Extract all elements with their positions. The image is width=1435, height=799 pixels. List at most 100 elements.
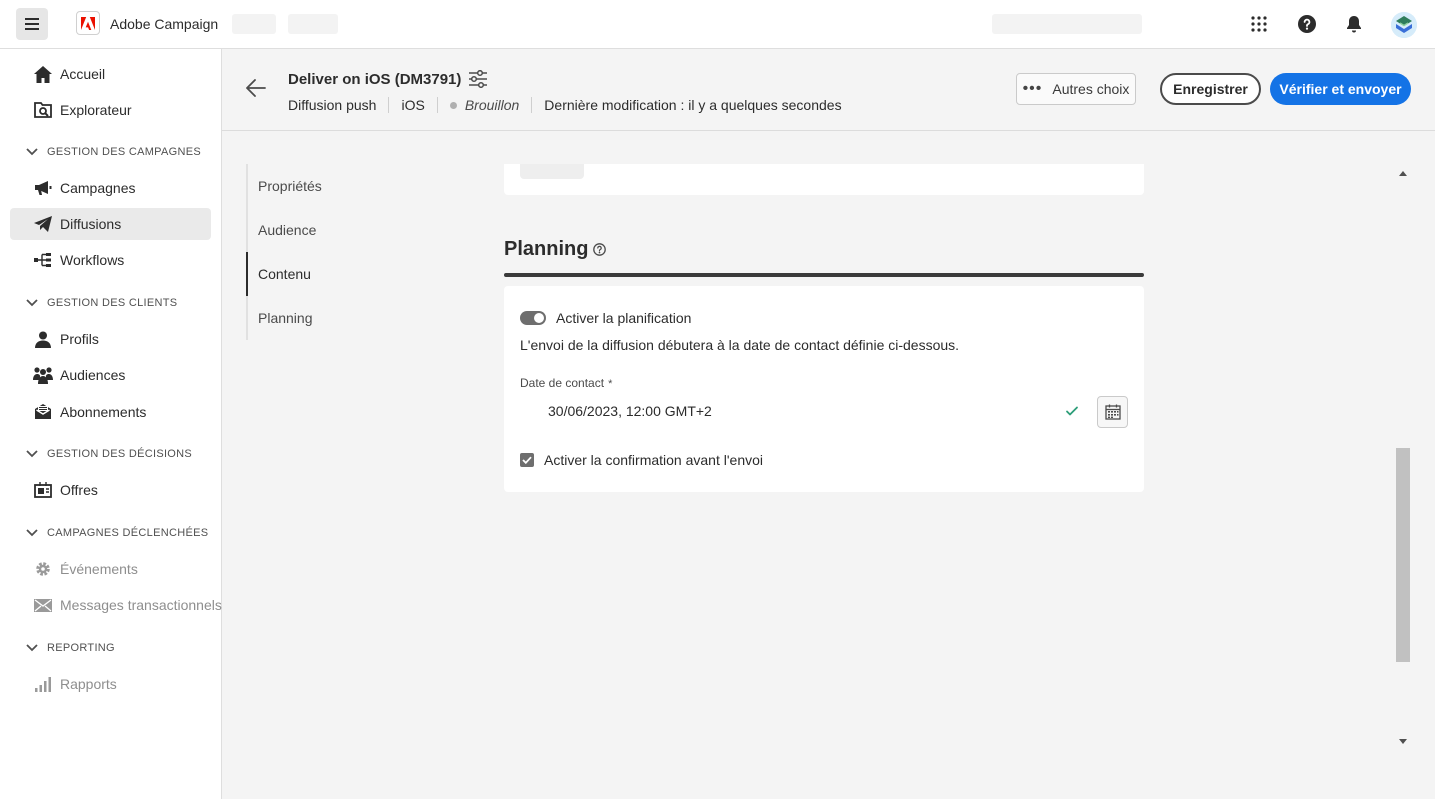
schedule-description: L'envoi de la diffusion débutera à la da… (520, 337, 960, 353)
sidebar-item-offres[interactable]: Offres (10, 474, 211, 506)
sidebar-item-evenements: Événements (10, 553, 211, 585)
section-gestion-campagnes[interactable]: GESTION DES CAMPAGNES (26, 142, 201, 162)
offer-icon (33, 480, 53, 500)
schedule-toggle-label: Activer la planification (556, 310, 692, 326)
sidebar-item-label: Offres (60, 482, 98, 498)
more-options-label: Autres choix (1052, 81, 1130, 97)
adobe-logo[interactable] (76, 11, 100, 35)
section-gestion-clients[interactable]: GESTION DES CLIENTS (26, 293, 177, 313)
divider (531, 97, 533, 113)
sidebar-item-label: Rapports (60, 676, 117, 692)
home-icon (33, 64, 53, 84)
avatar[interactable] (1391, 12, 1417, 38)
required-mark: * (608, 378, 613, 390)
sidebar-item-rapports: Rapports (10, 668, 211, 700)
divider (388, 97, 390, 113)
tab-contenu[interactable]: Contenu (258, 266, 311, 282)
mail-icon (33, 595, 53, 615)
avatar-icon (1391, 12, 1417, 38)
channel-label: Diffusion push (288, 97, 377, 113)
page-header: Deliver on iOS (DM3791) Diffusion push i… (222, 49, 1435, 131)
explorer-icon (33, 100, 53, 120)
platform-label: iOS (401, 97, 425, 113)
chevron-down-icon (26, 146, 38, 158)
section-label: GESTION DES DÉCISIONS (47, 448, 193, 460)
help-icon[interactable] (1295, 12, 1319, 36)
sidebar-item-diffusions[interactable]: Diffusions (10, 208, 211, 240)
calendar-icon (1104, 404, 1121, 420)
bar-chart-icon (33, 674, 53, 694)
bell-icon[interactable] (1342, 12, 1366, 36)
schedule-toggle[interactable] (520, 311, 546, 325)
sidebar-item-profils[interactable]: Profils (10, 323, 211, 355)
section-campagnes-declenchees[interactable]: CAMPAGNES DÉCLENCHÉES (26, 523, 208, 543)
sidebar-item-label: Audiences (60, 367, 126, 383)
contact-date-label: Date de contact * (520, 376, 612, 390)
sidebar-item-accueil[interactable]: Accueil (10, 58, 211, 90)
sidebar-item-label: Accueil (60, 66, 106, 82)
section-label: REPORTING (47, 642, 115, 654)
section-label: GESTION DES CAMPAGNES (47, 146, 202, 158)
scroll-up-arrow-icon[interactable] (1398, 168, 1408, 178)
hamburger-icon (25, 18, 39, 30)
chevron-down-icon (26, 527, 38, 539)
sidebar-item-label: Messages transactionnels (60, 597, 222, 613)
section-reporting[interactable]: REPORTING (26, 638, 115, 658)
confirm-checkbox-label: Activer la confirmation avant l'envoi (544, 452, 763, 468)
sidebar-item-label: Abonnements (60, 404, 147, 420)
save-button[interactable]: Enregistrer (1160, 73, 1261, 105)
sidebar-item-abonnements[interactable]: Abonnements (10, 396, 211, 428)
sidebar-item-workflows[interactable]: Workflows (10, 244, 211, 276)
scroll-down-arrow-icon[interactable] (1398, 736, 1408, 746)
sidebar-item-audiences[interactable]: Audiences (10, 359, 211, 391)
sidebar: Accueil Explorateur GESTION DES CAMPAGNE… (0, 49, 222, 799)
sidebar-item-campagnes[interactable]: Campagnes (10, 172, 211, 204)
sidebar-item-label: Campagnes (60, 180, 136, 196)
help-icon[interactable] (593, 243, 607, 256)
section-heading: Planning (504, 238, 589, 260)
chevron-down-icon (26, 297, 38, 309)
send-icon (33, 214, 53, 234)
section-gestion-decisions[interactable]: GESTION DES DÉCISIONS (26, 444, 192, 464)
section-divider (504, 273, 1144, 277)
sidebar-item-explorateur[interactable]: Explorateur (10, 94, 211, 126)
gear-icon (33, 559, 53, 579)
app-name[interactable]: Adobe Campaign (110, 16, 218, 32)
apps-grid-icon[interactable] (1247, 12, 1271, 36)
tab-planning[interactable]: Planning (258, 310, 313, 326)
megaphone-icon (33, 178, 53, 198)
planning-card: Activer la planification L'envoi de la d… (504, 286, 1144, 492)
sliders-icon[interactable] (468, 69, 488, 90)
planning-section-title: Planning (504, 238, 607, 261)
more-options-button[interactable]: ••• Autres choix (1016, 73, 1136, 105)
contact-date-field[interactable]: 30/06/2023, 12:00 GMT+2 (548, 403, 712, 419)
tab-proprietes[interactable]: Propriétés (258, 178, 322, 194)
section-label: CAMPAGNES DÉCLENCHÉES (47, 527, 209, 539)
placeholder-block (520, 164, 584, 179)
previous-card (504, 164, 1144, 195)
more-icon: ••• (1022, 80, 1043, 97)
sidebar-item-label: Événements (60, 561, 138, 577)
sidebar-item-label: Workflows (60, 252, 125, 268)
scroll-thumb[interactable] (1396, 448, 1410, 662)
placeholder-block (288, 14, 338, 34)
calendar-button[interactable] (1097, 396, 1128, 428)
last-modified: Dernière modification : il y a quelques … (544, 97, 842, 113)
scrollbar[interactable] (1395, 164, 1411, 750)
checkmark-icon (522, 456, 532, 464)
top-bar: Adobe Campaign (0, 0, 1435, 49)
confirm-checkbox[interactable] (520, 453, 534, 467)
sidebar-item-label: Profils (60, 331, 99, 347)
sidebar-item-label: Diffusions (60, 216, 122, 232)
back-arrow-icon[interactable] (246, 79, 266, 99)
workflow-icon (33, 250, 53, 270)
contact-date-label-text: Date de contact (520, 376, 605, 390)
tab-active-indicator (246, 252, 248, 296)
mail-icon (33, 402, 53, 422)
tab-audience[interactable]: Audience (258, 222, 316, 238)
status-dot (449, 101, 457, 109)
sidebar-item-messages-transactionnels: Messages transactionnels (10, 589, 222, 621)
menu-toggle-button[interactable] (16, 8, 48, 40)
placeholder-block (232, 14, 276, 34)
review-send-button[interactable]: Vérifier et envoyer (1270, 73, 1411, 105)
